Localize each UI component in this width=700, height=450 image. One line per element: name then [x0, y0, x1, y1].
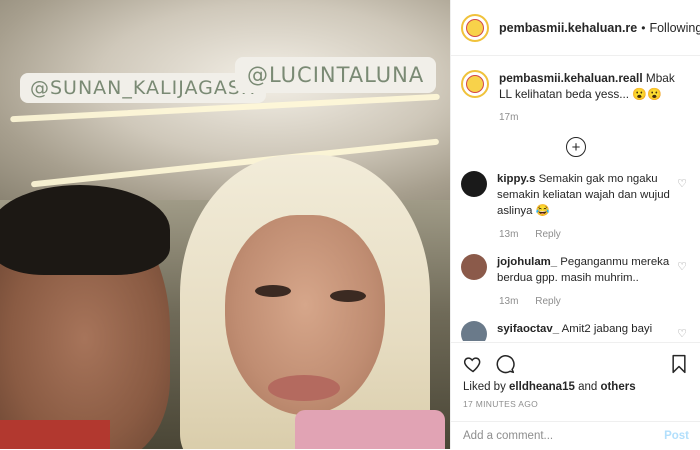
comment-time: 13m: [499, 296, 519, 307]
heart-icon[interactable]: [463, 354, 483, 374]
bookmark-icon[interactable]: [669, 353, 689, 375]
woman-eye: [255, 285, 291, 297]
heart-icon[interactable]: ♡: [677, 327, 687, 340]
likes-summary: Liked by elldheana15 and others: [451, 375, 700, 393]
post-header: pembasmii.kehaluan.re • Following: [451, 0, 700, 56]
photo-tag-lucinta[interactable]: @LUCINTALUNA: [235, 57, 437, 93]
liked-by-user[interactable]: elldheana15: [509, 381, 575, 393]
comment-item: kippy.s Semakin gak mo ngaku semakin kel…: [451, 171, 700, 219]
post-time-ago: 17 MINUTES AGO: [463, 399, 539, 409]
action-icons: [451, 343, 700, 375]
caption-text-block: pembasmii.kehaluan.reall Mbak LL kelihat…: [499, 70, 684, 102]
avatar[interactable]: [461, 13, 489, 42]
following-button[interactable]: Following: [649, 21, 700, 35]
woman-top: [295, 410, 445, 449]
plus-circle-icon[interactable]: +: [566, 137, 586, 157]
comment-time: 13m: [499, 229, 519, 240]
comment-text: Amit2 jabang bayi: [561, 323, 653, 335]
header-username[interactable]: pembasmii.kehaluan.re: [499, 21, 637, 35]
reply-button[interactable]: Reply: [535, 296, 561, 307]
comment-username[interactable]: syifaoctav_: [497, 323, 559, 335]
add-comment-bar: Add a comment... Post: [451, 421, 700, 449]
avatar[interactable]: [461, 70, 489, 98]
comment-username[interactable]: kippy.s: [497, 173, 535, 185]
comment-text-block: syifaoctav_ Amit2 jabang bayi: [497, 321, 672, 341]
comment-text-block: kippy.s Semakin gak mo ngaku semakin kel…: [497, 171, 672, 219]
comment-item: jojohulam_ Peganganmu mereka berdua gpp.…: [451, 254, 700, 286]
add-comment-input[interactable]: Add a comment...: [463, 430, 553, 442]
caption: pembasmii.kehaluan.reall Mbak LL kelihat…: [451, 56, 700, 102]
caption-time: 17m: [499, 112, 519, 123]
likes-and: and: [574, 381, 601, 393]
comment-item: syifaoctav_ Amit2 jabang bayi ♡: [451, 321, 700, 341]
avatar-image: [466, 18, 484, 37]
comment-meta: 13m Reply: [499, 229, 700, 240]
heart-icon[interactable]: ♡: [677, 177, 687, 190]
avatar[interactable]: [461, 321, 487, 341]
comment-text-block: jojohulam_ Peganganmu mereka berdua gpp.…: [497, 254, 672, 286]
caption-username[interactable]: pembasmii.kehaluan.reall: [499, 71, 643, 85]
comment-username[interactable]: jojohulam_: [497, 256, 557, 268]
comments-list[interactable]: pembasmii.kehaluan.reall Mbak LL kelihat…: [451, 56, 700, 341]
avatar[interactable]: [461, 254, 487, 280]
man-shirt: [0, 420, 110, 449]
reply-button[interactable]: Reply: [535, 229, 561, 240]
avatar-image: [466, 75, 484, 93]
likes-prefix: Liked by: [463, 381, 510, 393]
comment-meta: 13m Reply: [499, 296, 700, 307]
woman-lips: [268, 375, 340, 401]
post-button[interactable]: Post: [664, 430, 689, 442]
separator-dot: •: [641, 20, 646, 35]
photo-tag-sunan[interactable]: @SUNAN_KALIJAGASH: [20, 73, 267, 103]
comment-icon[interactable]: [495, 354, 515, 374]
avatar[interactable]: [461, 171, 487, 197]
liked-by-others[interactable]: others: [600, 381, 635, 393]
woman-eye: [330, 290, 366, 302]
man-hair: [0, 185, 170, 275]
post-photo[interactable]: @SUNAN_KALIJAGASH @LUCINTALUNA: [0, 0, 450, 449]
post-sidebar: pembasmii.kehaluan.re • Following pembas…: [450, 0, 700, 449]
heart-icon[interactable]: ♡: [677, 260, 687, 273]
